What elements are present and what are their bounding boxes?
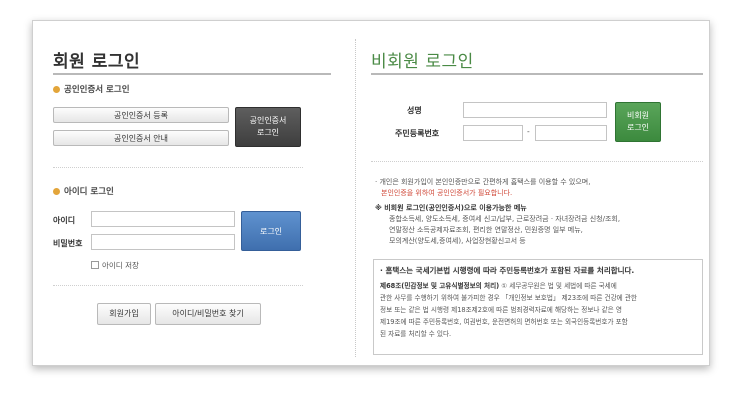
section-divider [371, 161, 703, 162]
guest-notice: · 개인은 회원가입이 본인인증만으로 간편하게 홈택스를 이용할 수 있으며,… [375, 178, 591, 197]
id-input[interactable] [91, 211, 235, 227]
cert-section-title: 공인인증서 로그인 [53, 83, 130, 95]
guest-login-section: 비회원 로그인 성명 주민등록번호 - 비회원 로그인 · 개인은 회원가입이 … [361, 21, 709, 365]
id-section-title: 아이디 로그인 [53, 185, 114, 197]
guest-login-button[interactable]: 비회원 로그인 [615, 102, 661, 142]
bullet-icon [53, 86, 60, 93]
privacy-notice-title: · 홈택스는 국세기본법 시행령에 따라 주민등록번호가 포함된 자료를 처리합… [380, 266, 635, 275]
member-login-title: 회원 로그인 [53, 52, 141, 72]
member-login-section: 회원 로그인 공인인증서 로그인 공인인증서 등록 공인인증서 안내 공인인증서… [33, 21, 351, 365]
join-button[interactable]: 회원가입 [97, 303, 151, 325]
password-input[interactable] [91, 234, 235, 250]
rrn-separator: - [527, 127, 530, 136]
id-label: 아이디 [53, 216, 76, 225]
save-id-label: 아이디 저장 [102, 261, 139, 270]
password-label: 비밀번호 [53, 239, 83, 248]
cert-register-button[interactable]: 공인인증서 등록 [53, 107, 229, 123]
cert-guide-button[interactable]: 공인인증서 안내 [53, 130, 229, 146]
login-button[interactable]: 로그인 [241, 211, 301, 251]
guest-login-title: 비회원 로그인 [371, 52, 474, 72]
save-id-checkbox[interactable] [91, 261, 99, 269]
rrn-label: 주민등록번호 [395, 129, 440, 138]
available-menu-notice: ※ 비회원 로그인(공인인증서)으로 이용가능한 메뉴 종합소득세, 양도소득세… [375, 204, 621, 245]
login-panel: 회원 로그인 공인인증서 로그인 공인인증서 등록 공인인증서 안내 공인인증서… [32, 20, 710, 366]
rrn-back-input[interactable] [535, 125, 607, 141]
section-divider [53, 167, 303, 168]
bullet-icon [53, 188, 60, 195]
rrn-front-input[interactable] [463, 125, 523, 141]
section-divider [53, 285, 303, 286]
column-divider [355, 39, 356, 357]
find-id-password-button[interactable]: 아이디/비밀번호 찾기 [155, 303, 261, 325]
cert-login-button[interactable]: 공인인증서 로그인 [235, 107, 301, 147]
name-input[interactable] [463, 102, 607, 118]
privacy-notice-box: · 홈택스는 국세기본법 시행령에 따라 주민등록번호가 포함된 자료를 처리합… [373, 259, 703, 355]
privacy-notice-body: 제68조(민감정보 및 고유식별정보의 처리) ① 세무공무원은 법 및 세법에… [380, 282, 637, 338]
title-rule [371, 73, 703, 75]
title-rule [53, 73, 331, 75]
name-label: 성명 [407, 106, 422, 115]
